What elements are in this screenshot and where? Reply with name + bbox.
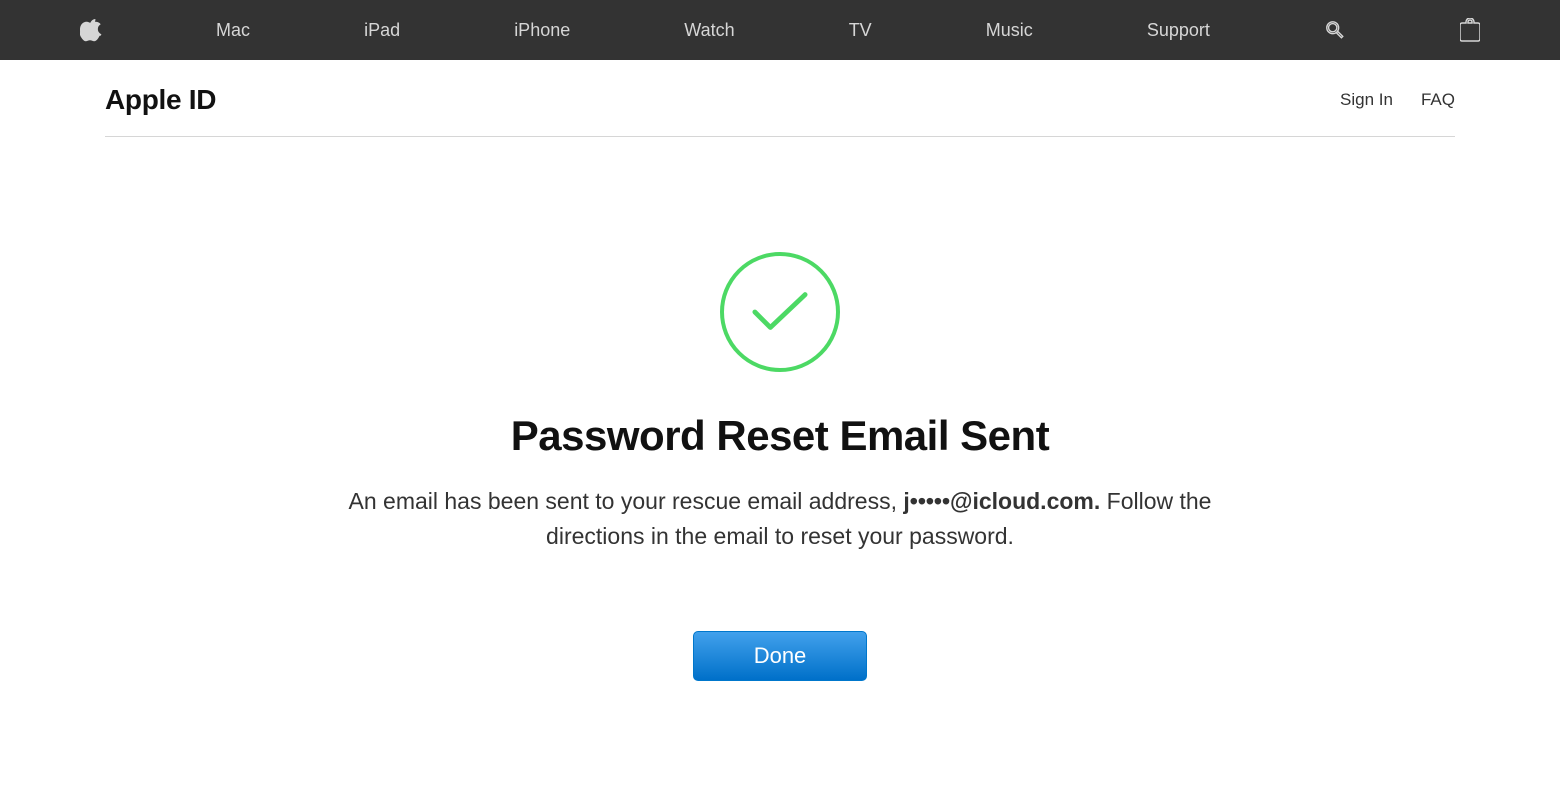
nav-item-watch[interactable]: Watch <box>684 20 734 41</box>
nav-item-music[interactable]: Music <box>986 20 1033 41</box>
subnav-links: Sign In FAQ <box>1340 90 1455 110</box>
faq-link[interactable]: FAQ <box>1421 90 1455 110</box>
success-checkmark-icon <box>720 252 840 372</box>
apple-logo-icon[interactable] <box>80 17 102 43</box>
nav-item-mac[interactable]: Mac <box>216 20 250 41</box>
sign-in-link[interactable]: Sign In <box>1340 90 1393 110</box>
main-content: Password Reset Email Sent An email has b… <box>0 137 1560 681</box>
search-icon[interactable] <box>1324 19 1346 41</box>
global-nav-items: Mac iPad iPhone Watch TV Music Support <box>80 17 1480 43</box>
done-button[interactable]: Done <box>693 631 868 681</box>
nav-item-support[interactable]: Support <box>1147 20 1210 41</box>
global-nav: Mac iPad iPhone Watch TV Music Support <box>0 0 1560 60</box>
nav-item-tv[interactable]: TV <box>849 20 872 41</box>
confirmation-message: An email has been sent to your rescue em… <box>330 484 1230 553</box>
nav-item-ipad[interactable]: iPad <box>364 20 400 41</box>
page-title: Apple ID <box>105 84 216 116</box>
subnav: Apple ID Sign In FAQ <box>105 60 1455 137</box>
nav-item-iphone[interactable]: iPhone <box>514 20 570 41</box>
shopping-bag-icon[interactable] <box>1460 18 1480 42</box>
masked-email: j•••••@icloud.com. <box>903 488 1100 514</box>
confirmation-heading: Password Reset Email Sent <box>511 412 1049 460</box>
message-prefix: An email has been sent to your rescue em… <box>349 488 904 514</box>
